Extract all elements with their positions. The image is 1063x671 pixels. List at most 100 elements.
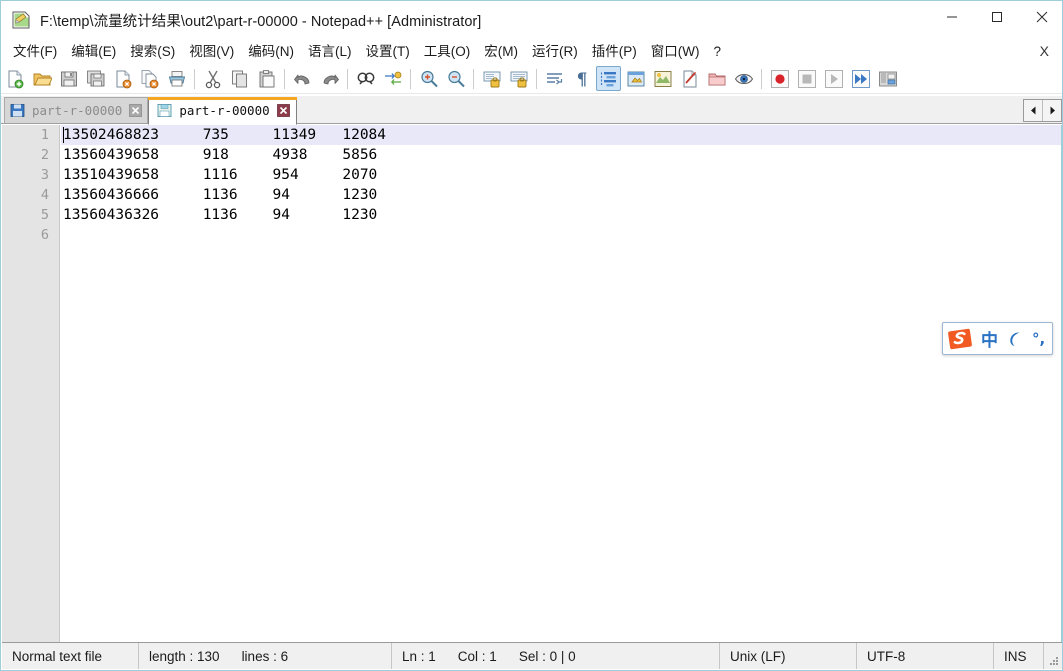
line-number: 4 [40,187,49,203]
status-sel: Sel : 0 | 0 [518,648,576,664]
close-file-icon[interactable] [110,66,135,91]
zoom-in-icon[interactable] [416,66,441,91]
menu-edit[interactable]: 编辑(E) [64,41,123,63]
stop-macro-icon[interactable] [794,66,819,91]
replace-icon[interactable] [380,66,405,91]
status-file-type: Normal text file [2,643,139,669]
menu-run[interactable]: 运行(R) [525,41,585,63]
tab-scroll-right-icon[interactable] [1042,100,1061,121]
new-file-icon[interactable] [2,66,27,91]
zoom-out-icon[interactable] [443,66,468,91]
menu-window[interactable]: 窗口(W) [644,41,707,63]
status-caret-position: Ln : 1 Col : 1 Sel : 0 | 0 [392,643,720,669]
run-macro-multiple-icon[interactable] [848,66,873,91]
status-lines: lines : 6 [241,648,289,664]
code-text[interactable]: 13502468823 735 11349 12084 13560439658 … [61,125,1061,643]
code-line[interactable]: 13502468823 735 11349 12084 [61,125,1061,145]
code-line[interactable] [61,225,1061,245]
tab-close-icon[interactable] [276,103,291,118]
close-button[interactable] [1019,1,1062,32]
status-encoding[interactable]: UTF-8 [857,643,994,669]
notepad-plus-plus-window: F:\temp\流量统计结果\out2\part-r-00000 - Notep… [0,0,1063,671]
editor-area[interactable]: 1 2 3 4 5 6 13502468823 735 11349 12084 … [2,125,1062,643]
svg-text:¶: ¶ [576,70,587,89]
sogou-ime-toolbar[interactable]: 中 °, [942,322,1054,355]
play-macro-icon[interactable] [821,66,846,91]
menu-search[interactable]: 搜索(S) [123,41,182,63]
sogou-logo-icon[interactable] [943,325,977,353]
undo-icon[interactable] [290,66,315,91]
minimize-button[interactable] [929,1,974,32]
toolbar-separator [194,68,195,89]
menu-tools[interactable]: 工具(O) [417,41,478,63]
menu-bar: 文件(F) 编辑(E) 搜索(S) 视图(V) 编码(N) 语言(L) 设置(T… [1,39,1062,64]
show-folder-panel-icon[interactable] [704,66,729,91]
redo-icon[interactable] [317,66,342,91]
print-icon[interactable] [164,66,189,91]
show-func-list-icon[interactable] [677,66,702,91]
toolbar-separator [410,68,411,89]
window-controls [929,1,1062,39]
show-doc-map-icon[interactable] [650,66,675,91]
status-eol-format[interactable]: Unix (LF) [720,643,857,669]
indent-guide-icon[interactable] [596,66,621,91]
open-file-icon[interactable] [29,66,54,91]
status-bar: Normal text file length : 130 lines : 6 … [2,642,1062,669]
menu-help[interactable]: ? [706,41,728,63]
cut-icon[interactable] [200,66,225,91]
code-line[interactable]: 13560436666 1136 94 1230 [61,185,1061,205]
title-bar: F:\temp\流量统计结果\out2\part-r-00000 - Notep… [1,1,1062,39]
menu-language[interactable]: 语言(L) [301,41,359,63]
moon-icon[interactable] [1002,325,1028,353]
close-document-button[interactable]: X [1035,42,1054,60]
tab-close-icon[interactable] [128,103,143,118]
save-macro-icon[interactable] [875,66,900,91]
status-length-lines: length : 130 lines : 6 [139,643,392,669]
toolbar: ¶ [1,64,1062,94]
window-title: F:\temp\流量统计结果\out2\part-r-00000 - Notep… [40,13,482,30]
close-all-icon[interactable] [137,66,162,91]
tab-scroll-buttons [1023,99,1062,122]
line-number: 6 [40,227,49,243]
word-wrap-icon[interactable] [542,66,567,91]
status-ln: Ln : 1 [402,648,436,664]
code-line[interactable]: 13510439658 1116 954 2070 [61,165,1061,185]
menu-view[interactable]: 视图(V) [182,41,241,63]
toolbar-separator [347,68,348,89]
menu-file[interactable]: 文件(F) [6,41,64,63]
sync-horizontal-scroll-icon[interactable] [506,66,531,91]
code-line[interactable]: 13560439658 918 4938 5856 [61,145,1061,165]
toolbar-separator [473,68,474,89]
ime-language-mode[interactable]: 中 [977,325,1002,353]
menu-settings[interactable]: 设置(T) [359,41,417,63]
status-insert-mode[interactable]: INS [994,643,1044,669]
toolbar-separator [536,68,537,89]
find-icon[interactable] [353,66,378,91]
ime-punctuation-toggle[interactable]: °, [1028,325,1049,353]
text-caret [63,127,64,143]
menu-encoding[interactable]: 编码(N) [241,41,301,63]
paste-icon[interactable] [254,66,279,91]
code-line[interactable]: 13560436326 1136 94 1230 [61,205,1061,225]
line-number-gutter: 1 2 3 4 5 6 [2,125,60,643]
tab-part-r-00000-inactive[interactable]: part-r-00000 [4,97,149,123]
sync-vertical-scroll-icon[interactable] [479,66,504,91]
tab-scroll-left-icon[interactable] [1024,100,1042,121]
menu-plugins[interactable]: 插件(P) [585,41,644,63]
show-all-chars-icon[interactable]: ¶ [569,66,594,91]
maximize-button[interactable] [974,1,1019,32]
line-number: 3 [40,167,49,183]
copy-icon[interactable] [227,66,252,91]
user-defined-dialog-icon[interactable] [623,66,648,91]
monitor-icon[interactable] [731,66,756,91]
menu-macro[interactable]: 宏(M) [477,41,525,63]
save-icon[interactable] [56,66,81,91]
tab-part-r-00000-active[interactable]: part-r-00000 [148,97,297,125]
record-macro-icon[interactable] [767,66,792,91]
resize-grip-icon[interactable] [1044,643,1062,669]
saved-file-icon [10,103,25,118]
tab-bar: part-r-00000 part-r-00000 [1,96,1062,125]
status-length: length : 130 [149,648,220,664]
save-all-icon[interactable] [83,66,108,91]
toolbar-separator [761,68,762,89]
